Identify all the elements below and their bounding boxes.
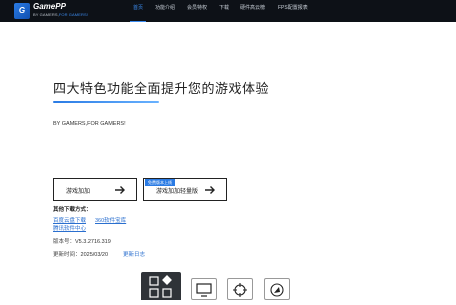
version-label: 版本号： [53, 239, 76, 245]
other-downloads-title: 其他下载方式： [53, 207, 92, 213]
logo-badge-icon: G [14, 3, 30, 19]
feature-tab-3[interactable] [227, 278, 253, 300]
link-baidu[interactable]: 百度云盘下载 [53, 216, 86, 224]
nav-home[interactable]: 首页 [129, 0, 147, 22]
link-360[interactable]: 360软件宝库 [95, 216, 126, 224]
logo-tag-suffix: FOR GAMERS! [58, 12, 88, 17]
logo-name: GamePP [33, 2, 66, 11]
nav-vip[interactable]: 会员特权 [187, 0, 207, 22]
grid-diamond-icon [149, 275, 172, 298]
free-version-badge: 免费版本上线 [145, 179, 175, 186]
monitor-icon [196, 283, 212, 297]
logo-tag-prefix: BY GAMERS, [33, 12, 59, 17]
hero-title: 四大特色功能全面提升您的游戏体验 [53, 81, 270, 96]
nav-fps-report[interactable]: FPS配置报表 [278, 0, 308, 22]
download-lite-button-label: 游戏加加轻量版 [156, 189, 199, 195]
changelog-link[interactable]: 更新日志 [123, 250, 145, 258]
arrow-right-icon [115, 186, 125, 194]
updated-label: 更新时间： [53, 252, 81, 258]
updated-value: 2025/03/20 [80, 252, 109, 258]
compass-icon [270, 283, 284, 297]
feature-tab-2[interactable] [191, 278, 217, 300]
nav-download[interactable]: 下载 [219, 0, 229, 22]
feature-tab-4[interactable] [264, 278, 290, 300]
crosshair-icon [233, 283, 247, 297]
nav-hardware-rank[interactable]: 硬件高云榜 [240, 0, 265, 22]
download-button[interactable]: 游戏加加 [53, 178, 137, 201]
hero-underline [53, 101, 159, 103]
version-line: 版本号：V5.3.2716.319 [53, 237, 111, 245]
version-value: V5.3.2716.319 [75, 239, 111, 245]
updated-line: 更新时间：2025/03/20 [53, 250, 108, 258]
download-button-label: 游戏加加 [66, 189, 91, 195]
logo-tagline: BY GAMERS,FOR GAMERS! [33, 12, 88, 17]
download-lite-button[interactable]: 免费版本上线 游戏加加轻量版 [143, 178, 227, 201]
hero-subtitle: BY GAMERS,FOR GAMERS! [53, 121, 126, 127]
feature-tab-1[interactable] [141, 272, 181, 300]
link-tencent[interactable]: 腾讯软件中心 [53, 224, 86, 232]
nav-features[interactable]: 功能介绍 [155, 0, 175, 22]
top-navbar: G GamePP BY GAMERS,FOR GAMERS! 首页 功能介绍 会… [0, 0, 456, 22]
arrow-right-icon [205, 186, 215, 194]
gamepp-logo[interactable]: G GamePP BY GAMERS,FOR GAMERS! [14, 2, 114, 19]
